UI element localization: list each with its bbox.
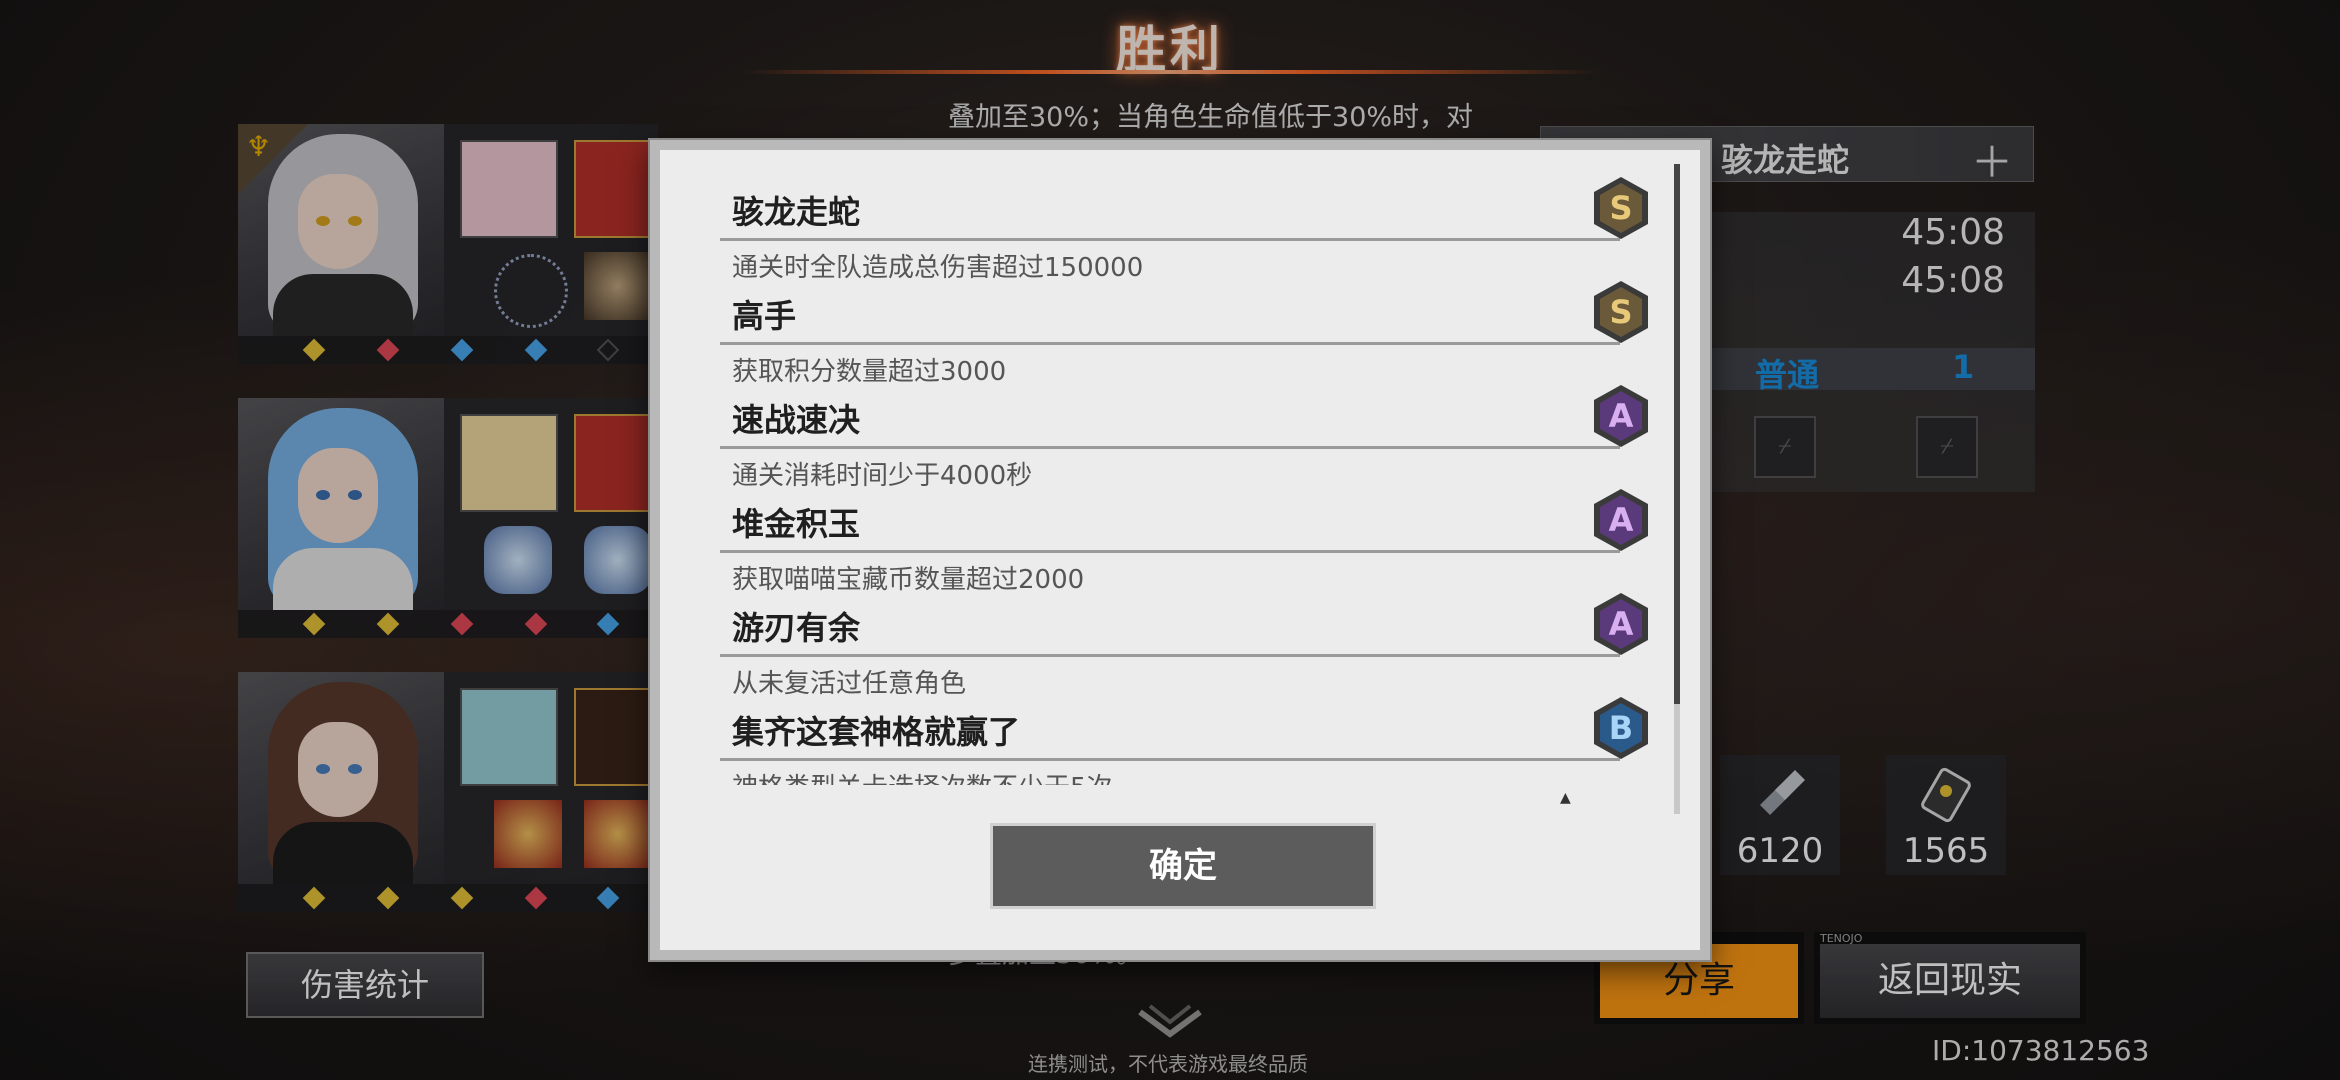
achievement-name: 高手 bbox=[732, 297, 797, 335]
svg-text:A: A bbox=[1609, 501, 1634, 539]
scroll-more-icon: ▲ bbox=[1560, 790, 1571, 806]
achievement-list[interactable]: 骇龙走蛇 通关时全队造成总伤害超过150000 S 高手 获取积分数量超过300… bbox=[720, 175, 1670, 785]
achievement-item: 骇龙走蛇 通关时全队造成总伤害超过150000 S bbox=[720, 175, 1650, 283]
achievement-item: 高手 获取积分数量超过3000 S bbox=[720, 279, 1650, 387]
achievement-name: 速战速决 bbox=[732, 401, 861, 439]
grade-b-icon: B bbox=[1594, 697, 1648, 759]
achievement-name: 游刃有余 bbox=[732, 609, 861, 647]
scrollbar-thumb[interactable] bbox=[1674, 164, 1680, 704]
divider bbox=[720, 446, 1620, 449]
svg-text:A: A bbox=[1609, 397, 1634, 435]
achievement-name: 骇龙走蛇 bbox=[732, 193, 861, 231]
divider bbox=[720, 550, 1620, 553]
achievement-item: 游刃有余 从未复活过任意角色 A bbox=[720, 591, 1650, 699]
divider bbox=[720, 654, 1620, 657]
svg-text:B: B bbox=[1609, 709, 1633, 747]
achievement-name: 集齐这套神格就赢了 bbox=[732, 713, 1021, 751]
grade-a-icon: A bbox=[1594, 593, 1648, 655]
achievement-item: 堆金积玉 获取喵喵宝藏币数量超过2000 A bbox=[720, 487, 1650, 595]
grade-s-icon: S bbox=[1594, 281, 1648, 343]
svg-text:A: A bbox=[1609, 605, 1634, 643]
divider bbox=[720, 238, 1620, 241]
achievement-desc: 神格类型关卡选择次数不少于5次 bbox=[732, 767, 1113, 785]
svg-text:S: S bbox=[1609, 293, 1632, 331]
svg-text:S: S bbox=[1609, 189, 1632, 227]
divider bbox=[720, 342, 1620, 345]
grade-s-icon: S bbox=[1594, 177, 1648, 239]
achievement-item: 集齐这套神格就赢了 神格类型关卡选择次数不少于5次 B bbox=[720, 695, 1650, 785]
grade-a-icon: A bbox=[1594, 385, 1648, 447]
achievement-name: 堆金积玉 bbox=[732, 505, 861, 543]
achievement-item: 速战速决 通关消耗时间少于4000秒 A bbox=[720, 383, 1650, 491]
confirm-button[interactable]: 确定 bbox=[990, 823, 1376, 909]
grade-a-icon: A bbox=[1594, 489, 1648, 551]
divider bbox=[720, 758, 1620, 761]
achievements-dialog: 骇龙走蛇 通关时全队造成总伤害超过150000 S 高手 获取积分数量超过300… bbox=[650, 140, 1710, 960]
